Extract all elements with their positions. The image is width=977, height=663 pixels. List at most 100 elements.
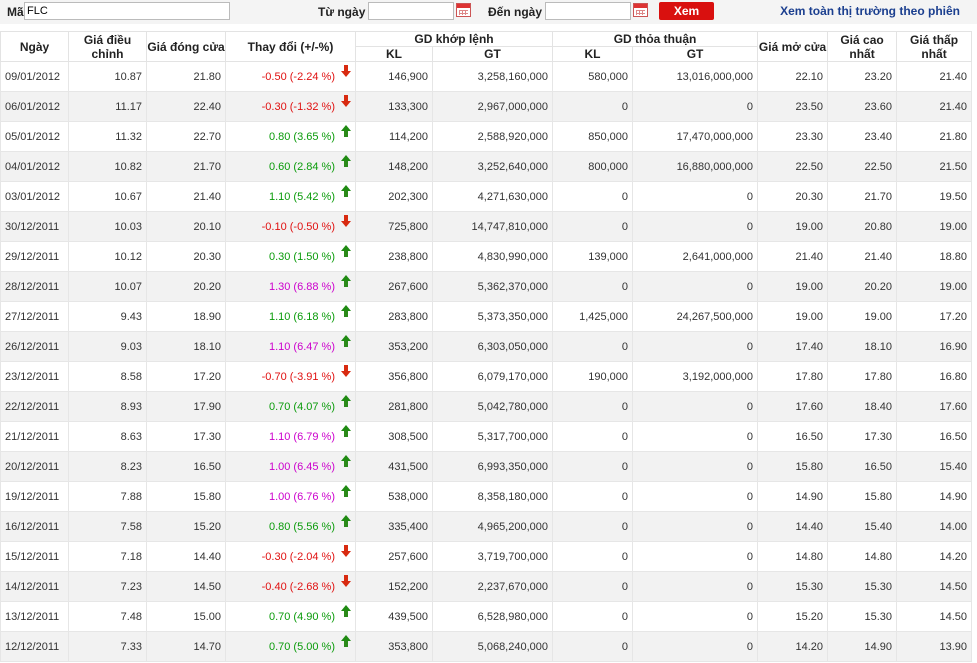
high-price-cell: 16.50	[827, 451, 898, 482]
table-row: 16/12/2011 7.58 15.20 0.80 (5.56 %) 335,400 4…	[0, 511, 973, 542]
adjusted-price-cell: 10.12	[68, 241, 147, 272]
negotiated-volume-cell: 0	[552, 421, 634, 452]
close-price-cell: 18.10	[146, 331, 226, 362]
matched-volume-cell: 202,300	[355, 181, 433, 212]
low-price-cell: 21.80	[896, 121, 973, 152]
high-price-cell: 15.30	[827, 601, 898, 632]
close-price-cell: 15.00	[146, 601, 226, 632]
header-low-price[interactable]: Giá thấp nhất	[896, 31, 973, 62]
arrow-down-icon	[341, 544, 351, 557]
header-date[interactable]: Ngày	[0, 31, 69, 62]
matched-volume-cell: 439,500	[355, 601, 433, 632]
change-cell: 1.00 (6.76 %)	[225, 481, 356, 512]
change-value: -0.50 (-2.24 %)	[261, 70, 335, 83]
matched-value-cell: 5,362,370,000	[431, 271, 554, 302]
change-value: 0.30 (1.50 %)	[268, 250, 335, 263]
date-cell: 04/01/2012	[0, 151, 69, 182]
table-row: 22/12/2011 8.93 17.90 0.70 (4.07 %) 281,800 5…	[0, 391, 973, 422]
table-row: 19/12/2011 7.88 15.80 1.00 (6.76 %) 538,000 8…	[0, 481, 973, 512]
low-price-cell: 16.90	[896, 331, 973, 362]
calendar-icon[interactable]	[633, 3, 648, 17]
matched-volume-cell: 133,300	[355, 91, 433, 122]
change-value: 1.00 (6.76 %)	[268, 490, 335, 503]
header-change[interactable]: Thay đổi (+/-%)	[225, 31, 356, 62]
high-price-cell: 15.40	[827, 511, 898, 542]
arrow-up-icon	[341, 244, 351, 257]
date-cell: 12/12/2011	[0, 631, 69, 662]
table-row: 05/01/2012 11.32 22.70 0.80 (3.65 %) 114,200…	[0, 121, 973, 152]
change-cell: 1.30 (6.88 %)	[225, 271, 356, 302]
close-price-cell: 22.70	[146, 121, 226, 152]
table-row: 12/12/2011 7.33 14.70 0.70 (5.00 %) 353,800 5…	[0, 631, 973, 662]
change-cell: -0.30 (-2.04 %)	[225, 541, 356, 572]
change-value: 1.10 (5.42 %)	[268, 190, 335, 203]
matched-volume-cell: 353,800	[355, 631, 433, 662]
negotiated-value-cell: 0	[632, 511, 759, 542]
negotiated-volume-cell: 0	[552, 481, 634, 512]
to-date-input[interactable]	[545, 2, 631, 20]
view-button[interactable]: Xem	[659, 2, 714, 20]
close-price-cell: 17.20	[146, 361, 226, 392]
header-open-price[interactable]: Giá mở cửa	[757, 31, 829, 62]
header-matched-value[interactable]: GT	[431, 46, 554, 62]
negotiated-volume-cell: 0	[552, 571, 634, 602]
header-matched-volume[interactable]: KL	[355, 46, 433, 62]
header-close-price[interactable]: Giá đóng cửa	[146, 31, 226, 62]
date-cell: 09/01/2012	[0, 61, 69, 92]
arrow-up-icon	[341, 634, 351, 647]
header-negotiated-value[interactable]: GT	[632, 46, 759, 62]
adjusted-price-cell: 8.58	[68, 361, 147, 392]
table-row: 13/12/2011 7.48 15.00 0.70 (4.90 %) 439,500 6…	[0, 601, 973, 632]
date-cell: 03/01/2012	[0, 181, 69, 212]
arrow-up-icon	[341, 604, 351, 617]
open-price-cell: 15.30	[757, 571, 829, 602]
header-negotiated-volume[interactable]: KL	[552, 46, 634, 62]
arrow-up-icon	[341, 454, 351, 467]
change-cell: 1.10 (6.18 %)	[225, 301, 356, 332]
arrow-up-icon	[341, 424, 351, 437]
close-price-cell: 17.30	[146, 421, 226, 452]
adjusted-price-cell: 9.03	[68, 331, 147, 362]
high-price-cell: 20.20	[827, 271, 898, 302]
arrow-up-icon	[341, 334, 351, 347]
negotiated-volume-cell: 800,000	[552, 151, 634, 182]
matched-volume-cell: 283,800	[355, 301, 433, 332]
negotiated-volume-cell: 0	[552, 511, 634, 542]
close-price-cell: 20.10	[146, 211, 226, 242]
change-value: -0.70 (-3.91 %)	[261, 370, 335, 383]
date-cell: 27/12/2011	[0, 301, 69, 332]
adjusted-price-cell: 7.23	[68, 571, 147, 602]
from-date-input[interactable]	[368, 2, 454, 20]
change-cell: 0.70 (4.07 %)	[225, 391, 356, 422]
negotiated-value-cell: 0	[632, 421, 759, 452]
change-value: 0.80 (3.65 %)	[268, 130, 335, 143]
negotiated-volume-cell: 0	[552, 601, 634, 632]
negotiated-volume-cell: 0	[552, 451, 634, 482]
matched-volume-cell: 238,800	[355, 241, 433, 272]
header-high-price[interactable]: Giá cao nhất	[827, 31, 898, 62]
header-adjusted-price[interactable]: Giá điều chỉnh	[68, 31, 147, 62]
close-price-cell: 15.20	[146, 511, 226, 542]
change-value: 1.00 (6.45 %)	[268, 460, 335, 473]
change-value: 1.10 (6.47 %)	[268, 340, 335, 353]
open-price-cell: 23.50	[757, 91, 829, 122]
high-price-cell: 21.70	[827, 181, 898, 212]
high-price-cell: 23.40	[827, 121, 898, 152]
high-price-cell: 23.20	[827, 61, 898, 92]
low-price-cell: 17.60	[896, 391, 973, 422]
close-price-cell: 21.70	[146, 151, 226, 182]
close-price-cell: 21.80	[146, 61, 226, 92]
calendar-icon[interactable]	[456, 3, 471, 17]
symbol-input[interactable]	[24, 2, 230, 20]
negotiated-volume-cell: 0	[552, 331, 634, 362]
low-price-cell: 19.00	[896, 271, 973, 302]
high-price-cell: 15.30	[827, 571, 898, 602]
change-cell: 1.00 (6.45 %)	[225, 451, 356, 482]
market-session-link[interactable]: Xem toàn thị trường theo phiên	[780, 4, 960, 18]
table-row: 04/01/2012 10.82 21.70 0.60 (2.84 %) 148,200…	[0, 151, 973, 182]
adjusted-price-cell: 7.33	[68, 631, 147, 662]
negotiated-value-cell: 3,192,000,000	[632, 361, 759, 392]
adjusted-price-cell: 11.32	[68, 121, 147, 152]
change-cell: -0.50 (-2.24 %)	[225, 61, 356, 92]
high-price-cell: 15.80	[827, 481, 898, 512]
